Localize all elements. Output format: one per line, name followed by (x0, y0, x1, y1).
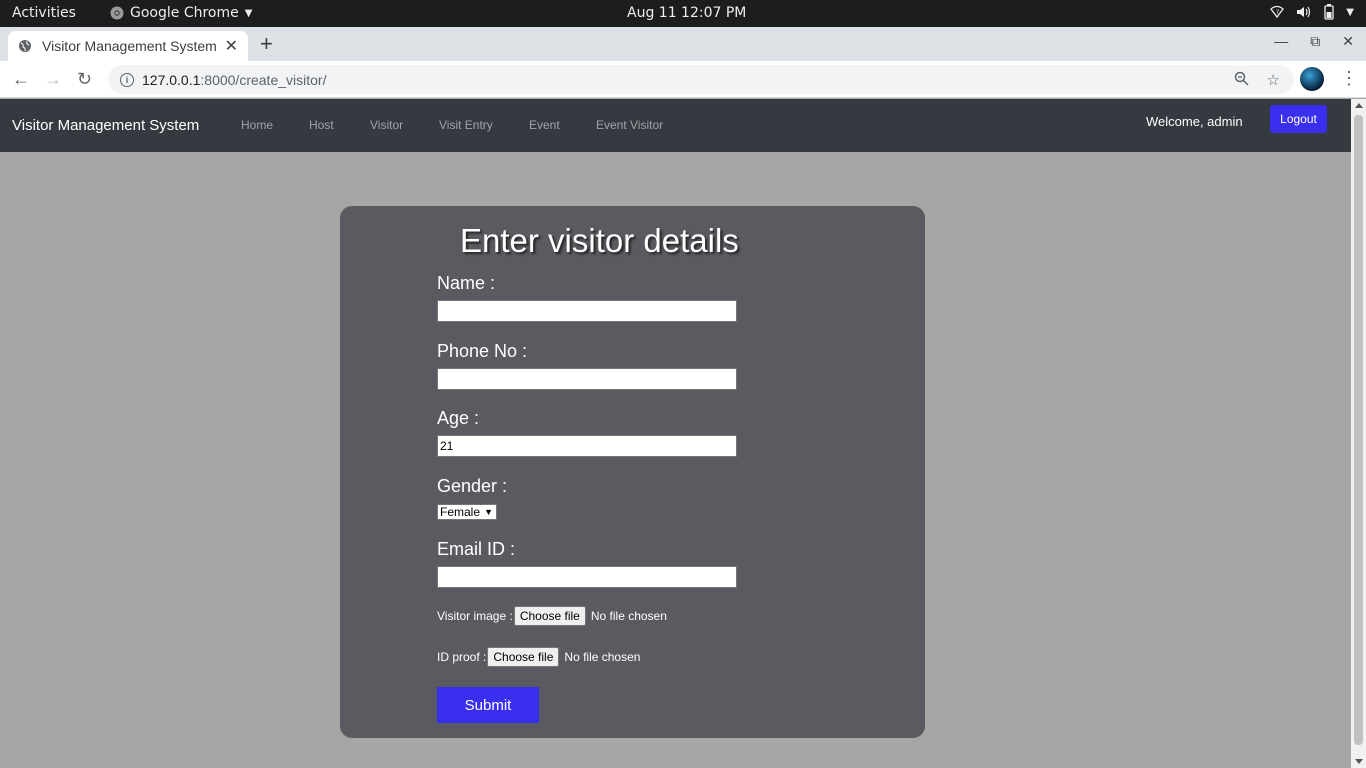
scroll-down-icon[interactable] (1355, 759, 1363, 764)
gender-selected: Female (440, 505, 481, 519)
back-arrow-icon[interactable]: ← (12, 69, 30, 90)
nav-link-event[interactable]: Event (529, 118, 560, 132)
profile-avatar[interactable] (1300, 67, 1324, 91)
menu-kebab-icon[interactable]: ⋮ (1340, 68, 1358, 89)
gender-label: Gender : (437, 476, 508, 496)
forward-arrow-icon[interactable]: → (44, 69, 62, 90)
chrome-icon (110, 6, 124, 20)
nav-link-visitor[interactable]: Visitor (370, 118, 403, 132)
restore-icon[interactable]: ⧉ (1310, 33, 1320, 50)
tab-visitor-management[interactable]: Visitor Management System ✕ (8, 31, 248, 61)
visitor-image-choose-button[interactable]: Choose file (513, 606, 586, 626)
volume-icon (1296, 5, 1312, 19)
welcome-text: Welcome, admin (1146, 114, 1243, 129)
nav-link-visit-entry[interactable]: Visit Entry (439, 118, 493, 132)
nav-link-home[interactable]: Home (241, 118, 273, 132)
url-path: :8000/create_visitor/ (200, 71, 327, 88)
email-input[interactable] (437, 566, 737, 588)
email-label: Email ID : (437, 539, 516, 559)
address-bar[interactable]: i 127.0.0.1:8000/create_visitor/ ☆ (108, 65, 1294, 94)
id-proof-label: ID proof : (437, 650, 487, 664)
svg-text:?: ? (1276, 9, 1279, 16)
tab-strip: Visitor Management System ✕ + — ⧉ ✕ (0, 27, 1366, 61)
submit-button[interactable]: Submit (437, 687, 539, 723)
battery-icon (1324, 4, 1334, 20)
new-tab-button[interactable]: + (260, 31, 273, 57)
visitor-form-card: Enter visitor details Name : Phone No : … (340, 206, 925, 738)
name-label: Name : (437, 273, 496, 293)
info-icon[interactable]: i (120, 72, 134, 87)
tab-title: Visitor Management System (42, 38, 217, 54)
os-top-bar: Activities Google Chrome ▼ Aug 11 12:07 … (0, 0, 1366, 27)
age-label: Age : (437, 408, 480, 428)
browser-toolbar: ← → ↻ i 127.0.0.1:8000/create_visitor/ ☆… (0, 61, 1366, 98)
visitor-image-label: Visitor image : (437, 609, 513, 623)
visitor-image-row: Visitor image : Choose file No file chos… (437, 606, 667, 626)
close-icon[interactable]: ✕ (225, 36, 238, 56)
chevron-down-icon: ▼ (1346, 6, 1354, 18)
system-tray[interactable]: ? ▼ (1270, 4, 1354, 20)
age-input[interactable] (437, 435, 737, 457)
close-window-icon[interactable]: ✕ (1342, 33, 1354, 50)
page-scrollbar[interactable] (1351, 99, 1366, 768)
chevron-down-icon: ▼ (484, 507, 493, 517)
window-controls: — ⧉ ✕ (1274, 33, 1354, 50)
nav-link-host[interactable]: Host (309, 118, 334, 132)
clock[interactable]: Aug 11 12:07 PM (627, 5, 746, 21)
zoom-icon[interactable] (1234, 71, 1249, 90)
name-input[interactable] (437, 300, 737, 322)
url-host: 127.0.0.1 (142, 71, 201, 88)
app-name: Google Chrome (130, 5, 239, 21)
visitor-image-status: No file chosen (590, 609, 667, 623)
globe-icon (19, 40, 31, 52)
scroll-up-icon[interactable] (1355, 103, 1363, 108)
bookmark-star-icon[interactable]: ☆ (1267, 71, 1280, 90)
phone-input[interactable] (437, 368, 737, 390)
nav-link-event-visitor[interactable]: Event Visitor (596, 118, 663, 132)
id-proof-row: ID proof : Choose file No file chosen (437, 647, 640, 667)
gender-select[interactable]: Female ▼ (437, 504, 497, 520)
minimize-icon[interactable]: — (1274, 33, 1288, 50)
navbar-brand[interactable]: Visitor Management System (12, 117, 199, 134)
form-title: Enter visitor details (460, 222, 739, 259)
id-proof-choose-button[interactable]: Choose file (487, 647, 560, 667)
chevron-down-icon: ▼ (244, 7, 253, 19)
phone-label: Phone No : (437, 341, 528, 361)
site-navbar: Visitor Management System Home Host Visi… (0, 99, 1351, 152)
logout-button[interactable]: Logout (1270, 105, 1327, 133)
id-proof-status: No file chosen (564, 650, 641, 664)
wifi-icon: ? (1270, 5, 1285, 19)
scrollbar-thumb[interactable] (1354, 115, 1363, 745)
reload-icon[interactable]: ↻ (77, 69, 92, 90)
app-menu[interactable]: Google Chrome ▼ (110, 5, 252, 21)
activities-button[interactable]: Activities (12, 5, 76, 21)
